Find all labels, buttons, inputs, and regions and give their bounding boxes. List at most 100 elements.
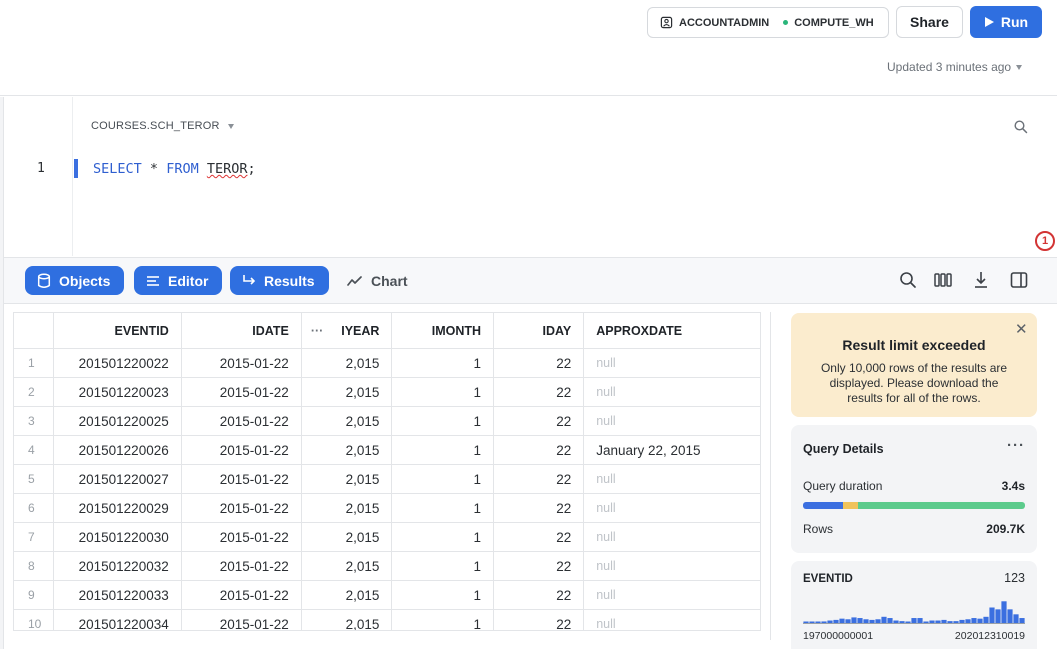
run-button[interactable]: Run [970, 6, 1042, 38]
table-cell[interactable]: 2015-01-22 [181, 493, 302, 523]
columns-icon[interactable] [933, 270, 953, 290]
code-line[interactable]: SELECT * FROM TEROR; [93, 161, 256, 177]
table-row[interactable]: 7 201501220030 2015-01-22 2,015 1 22 null [14, 522, 761, 552]
table-cell[interactable]: 1 [391, 609, 495, 630]
table-cell[interactable]: 2015-01-22 [181, 580, 302, 610]
table-cell[interactable]: null [583, 348, 761, 378]
table-cell[interactable]: 2015-01-22 [181, 435, 302, 465]
table-row[interactable]: 4 201501220026 2015-01-22 2,015 1 22 January 2… [14, 435, 761, 465]
table-cell[interactable]: 2015-01-22 [181, 464, 302, 494]
table-cell[interactable]: 201501220027 [53, 464, 182, 494]
table-cell[interactable]: 2,015 [301, 377, 393, 407]
share-button[interactable]: Share [896, 6, 963, 38]
table-cell[interactable]: 1 [391, 348, 495, 378]
table-cell[interactable]: 1 [391, 522, 495, 552]
split-panel-icon[interactable] [1009, 270, 1029, 290]
table-cell[interactable]: 2,015 [301, 522, 393, 552]
updated-status[interactable]: Updated 3 minutes ago [887, 60, 1023, 74]
table-cell[interactable]: null [583, 377, 761, 407]
table-cell[interactable]: 22 [493, 609, 585, 630]
table-cell[interactable]: 22 [493, 551, 585, 581]
table-row[interactable]: 8 201501220032 2015-01-22 2,015 1 22 null [14, 551, 761, 581]
search-icon[interactable] [1013, 119, 1029, 135]
table-cell[interactable]: 201501220025 [53, 406, 182, 436]
schema-selector[interactable]: COURSES.SCH_TEROR [91, 120, 234, 132]
table-row[interactable]: 10 201501220034 2015-01-22 2,015 1 22 null [14, 609, 761, 630]
table-row[interactable]: 5 201501220027 2015-01-22 2,015 1 22 null [14, 464, 761, 494]
table-cell[interactable]: 201501220029 [53, 493, 182, 523]
table-cell[interactable]: 2,015 [301, 580, 393, 610]
table-cell[interactable]: 201501220032 [53, 551, 182, 581]
table-cell[interactable]: null [583, 493, 761, 523]
chart-tab[interactable]: Chart [347, 266, 408, 295]
panel-divider[interactable] [770, 312, 771, 640]
search-icon[interactable] [898, 270, 918, 290]
table-cell[interactable]: 1 [391, 493, 495, 523]
horizontal-scrollbar[interactable] [13, 630, 761, 640]
table-cell[interactable]: 201501220030 [53, 522, 182, 552]
results-grid[interactable]: EVENTID IDATE ··· IYEAR IMONTH IDAY APPRO… [13, 312, 761, 630]
table-cell[interactable]: 201501220023 [53, 377, 182, 407]
table-cell[interactable]: 2015-01-22 [181, 609, 302, 630]
more-icon[interactable]: ··· [1007, 437, 1025, 454]
table-cell[interactable]: 2015-01-22 [181, 406, 302, 436]
table-cell[interactable]: null [583, 609, 761, 630]
column-header-eventid[interactable]: EVENTID [53, 312, 182, 349]
table-cell[interactable]: null [583, 406, 761, 436]
table-cell[interactable]: 201501220022 [53, 348, 182, 378]
column-header-iday[interactable]: IDAY [493, 312, 585, 349]
table-cell[interactable]: 2,015 [301, 464, 393, 494]
column-header-idate[interactable]: IDATE [181, 312, 302, 349]
table-row[interactable]: 6 201501220029 2015-01-22 2,015 1 22 null [14, 493, 761, 523]
editor-button[interactable]: Editor [134, 266, 223, 295]
column-header-imonth[interactable]: IMONTH [391, 312, 495, 349]
table-cell[interactable]: 2,015 [301, 435, 393, 465]
more-icon[interactable]: ··· [311, 324, 324, 338]
table-cell[interactable]: 1 [391, 580, 495, 610]
table-cell[interactable]: 1 [391, 464, 495, 494]
table-cell[interactable]: 1 [391, 435, 495, 465]
table-cell[interactable]: 201501220034 [53, 609, 182, 630]
table-cell[interactable]: 22 [493, 464, 585, 494]
sql-editor[interactable]: COURSES.SCH_TEROR 1 SELECT * FROM TEROR; [4, 97, 1057, 256]
column-stats-card[interactable]: EVENTID 123 197000000001 202012310019 [791, 561, 1037, 649]
objects-button[interactable]: Objects [25, 266, 125, 295]
table-cell[interactable]: 2,015 [301, 609, 393, 630]
table-cell[interactable]: 2015-01-22 [181, 522, 302, 552]
table-cell[interactable]: 1 [391, 406, 495, 436]
table-cell[interactable]: null [583, 580, 761, 610]
context-selector[interactable]: ACCOUNTADMIN COMPUTE_WH [647, 7, 889, 38]
table-cell[interactable]: 201501220026 [53, 435, 182, 465]
results-button[interactable]: Results [230, 266, 329, 295]
table-cell[interactable]: 2,015 [301, 406, 393, 436]
close-icon[interactable]: ✕ [1015, 322, 1028, 337]
error-count-badge[interactable]: 1 [1035, 231, 1055, 251]
table-cell[interactable]: 2,015 [301, 551, 393, 581]
table-cell[interactable]: 2015-01-22 [181, 348, 302, 378]
column-header-iyear[interactable]: ··· IYEAR [301, 312, 393, 349]
table-row[interactable]: 3 201501220025 2015-01-22 2,015 1 22 null [14, 406, 761, 436]
table-cell[interactable]: 22 [493, 435, 585, 465]
table-cell[interactable]: 2015-01-22 [181, 551, 302, 581]
table-cell[interactable]: 22 [493, 406, 585, 436]
table-cell[interactable]: 22 [493, 377, 585, 407]
table-cell[interactable]: 1 [391, 551, 495, 581]
table-row[interactable]: 2 201501220023 2015-01-22 2,015 1 22 null [14, 377, 761, 407]
table-row[interactable]: 1 201501220022 2015-01-22 2,015 1 22 null [14, 348, 761, 378]
table-cell[interactable]: 2,015 [301, 348, 393, 378]
table-cell[interactable]: 2015-01-22 [181, 377, 302, 407]
table-cell[interactable]: 1 [391, 377, 495, 407]
table-cell[interactable]: 22 [493, 522, 585, 552]
download-icon[interactable] [971, 270, 991, 290]
table-cell[interactable]: 22 [493, 493, 585, 523]
table-cell[interactable]: null [583, 522, 761, 552]
table-cell[interactable]: null [583, 551, 761, 581]
table-cell[interactable]: 22 [493, 348, 585, 378]
table-cell[interactable]: 201501220033 [53, 580, 182, 610]
column-header-approxdate[interactable]: APPROXDATE [583, 312, 761, 349]
table-cell[interactable]: null [583, 464, 761, 494]
table-row[interactable]: 9 201501220033 2015-01-22 2,015 1 22 null [14, 580, 761, 610]
table-cell[interactable]: January 22, 2015 [583, 435, 761, 465]
table-cell[interactable]: 22 [493, 580, 585, 610]
table-cell[interactable]: 2,015 [301, 493, 393, 523]
